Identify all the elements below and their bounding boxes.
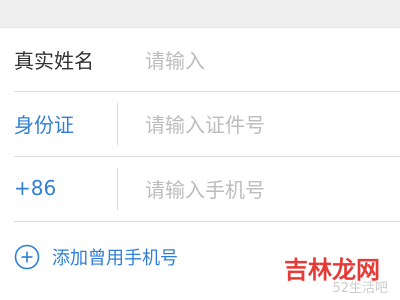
real-name-input[interactable]: 请输入	[145, 28, 205, 90]
field-separator	[117, 168, 118, 210]
field-separator	[117, 103, 118, 145]
id-number-input[interactable]: 请输入证件号	[145, 92, 265, 154]
top-bar	[0, 0, 400, 28]
plus-circle-icon	[14, 244, 40, 270]
phone-number-input[interactable]: 请输入手机号	[145, 157, 265, 219]
real-name-label: 真实姓名	[14, 48, 94, 73]
add-previous-phone-button[interactable]: 添加曾用手机号	[14, 240, 178, 274]
id-type-selector[interactable]: 身份证	[14, 92, 74, 154]
phone-row[interactable]: +86 请输入手机号	[0, 157, 400, 219]
real-name-row[interactable]: 真实姓名 请输入	[0, 28, 400, 90]
add-previous-phone-label: 添加曾用手机号	[52, 248, 178, 269]
country-code-selector[interactable]: +86	[14, 157, 56, 219]
watermark-subtext: 52生活吧	[332, 281, 388, 296]
id-card-row[interactable]: 身份证 请输入证件号	[0, 92, 400, 154]
watermark: 吉林龙网 52生活吧	[278, 250, 388, 296]
